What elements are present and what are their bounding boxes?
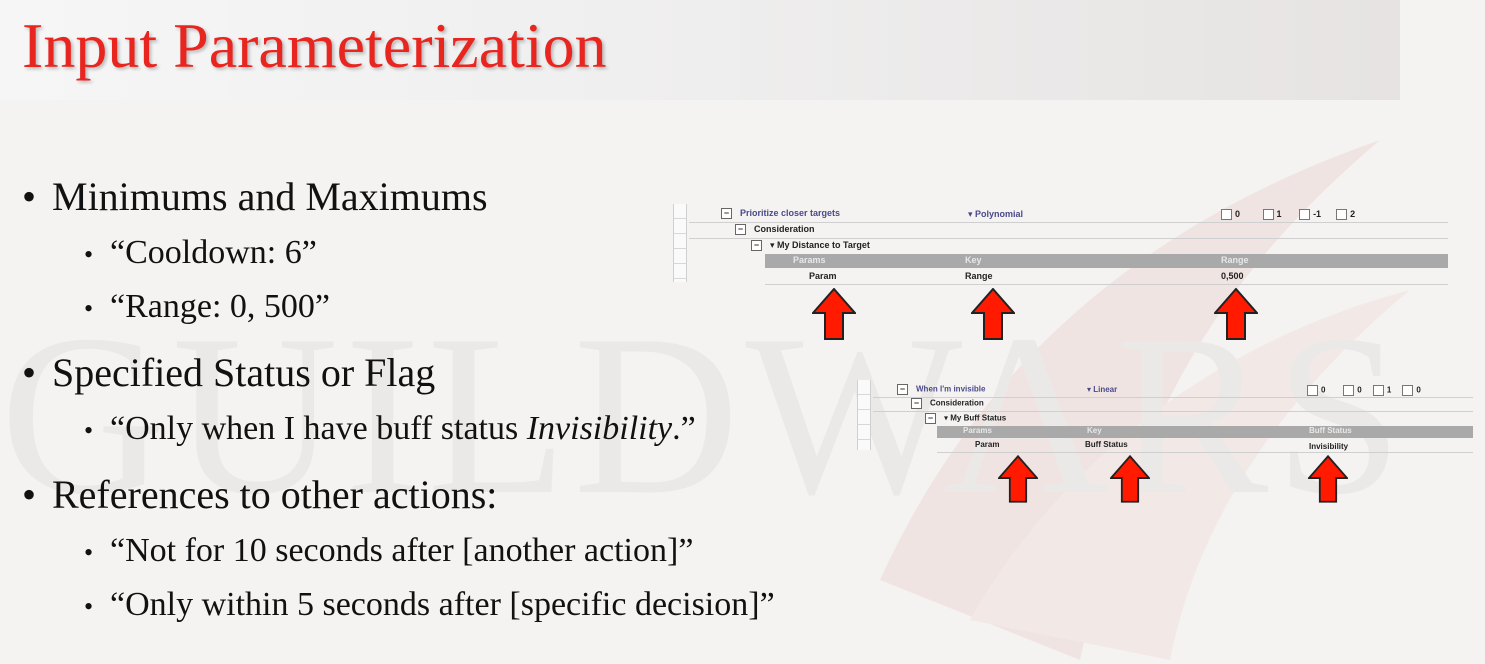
row-label: Prioritize closer targets	[740, 208, 841, 218]
minus-expander-icon[interactable]: −	[911, 398, 922, 409]
bullet-status-flag: • Specified Status or Flag	[22, 350, 436, 395]
bullet-not-for-10: • “Not for 10 seconds after [another acti…	[84, 532, 694, 569]
minus-expander-icon[interactable]: −	[721, 208, 732, 220]
curve-type[interactable]: ▾ Linear	[1087, 385, 1117, 394]
screenshot-distance: − Prioritize closer targets ▾ Polynomial …	[673, 204, 1448, 344]
params-header: Params Key Buff Status	[937, 426, 1473, 438]
bullet-only-within-5: • “Only within 5 seconds after [specific …	[84, 586, 775, 623]
up-arrow-icon	[1214, 288, 1258, 340]
param-cell: Param	[809, 271, 837, 281]
up-arrow-icon	[971, 288, 1015, 340]
up-arrow-icon	[1308, 454, 1348, 503]
range-cell: 0,500	[1221, 271, 1244, 281]
curve-type[interactable]: ▾ Polynomial	[968, 209, 1023, 220]
bullet-list: • Minimums and Maximums • “Cooldown: 6” • “…	[22, 168, 775, 632]
curve-params: 0 0 1 0	[1307, 385, 1421, 396]
up-arrow-icon	[812, 288, 856, 340]
slide-title: Input Parameterization	[22, 10, 607, 81]
bullet-range: • “Range: 0, 500”	[84, 288, 330, 325]
minus-expander-icon[interactable]: −	[925, 413, 936, 424]
up-arrow-icon	[1110, 454, 1150, 503]
bullet-references: • References to other actions:	[22, 472, 498, 517]
screenshot-buff: − When I'm invisible ▾ Linear 0 0 1 0 − Co…	[857, 380, 1473, 508]
row-gutter	[857, 380, 871, 450]
curve-params: 0 1 -1 2	[1221, 209, 1355, 221]
key-cell: Buff Status	[1085, 440, 1128, 449]
bullet-cooldown: • “Cooldown: 6”	[84, 234, 317, 271]
status-cell: Invisibility	[1309, 442, 1349, 451]
minus-expander-icon[interactable]: −	[751, 240, 762, 252]
up-arrow-icon	[998, 454, 1038, 503]
params-header: Params Key Range	[765, 254, 1448, 268]
key-cell: Range	[965, 271, 993, 281]
minus-expander-icon[interactable]: −	[735, 224, 746, 236]
bullet-minmax: • Minimums and Maximums	[22, 174, 488, 219]
row-gutter	[673, 204, 687, 282]
bullet-invisibility: • “Only when I have buff status Invisibil…	[84, 410, 696, 447]
minus-expander-icon[interactable]: −	[897, 384, 908, 395]
param-cell: Param	[975, 440, 1000, 449]
